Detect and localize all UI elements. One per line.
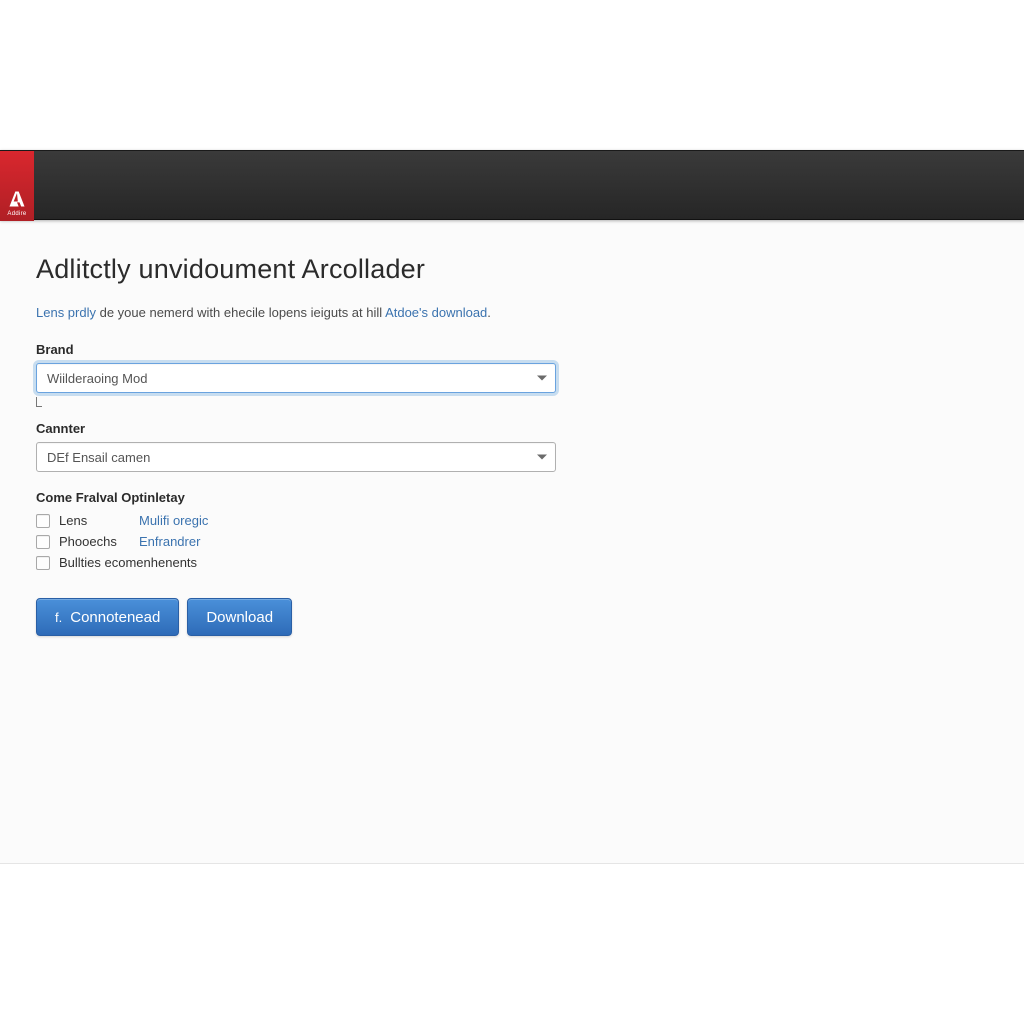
brand-logo-icon bbox=[7, 189, 27, 209]
brand-logo-caption: Addire bbox=[7, 211, 26, 217]
page-title: Adlitctly unvidoument Arcollader bbox=[36, 254, 988, 285]
cannter-select-value: DEf Ensail camen bbox=[47, 450, 150, 465]
subtext-lead-link[interactable]: Lens prdly bbox=[36, 305, 96, 320]
option-checkbox-bullties[interactable] bbox=[36, 556, 50, 570]
brand-select-value: Wiilderaoing Mod bbox=[47, 371, 147, 386]
option-label: Phooechs bbox=[59, 534, 139, 549]
subtext-mid: de youe nemerd with ehecile lopens ieigu… bbox=[96, 305, 385, 320]
brand-field-group: Brand Wiilderaoing Mod bbox=[36, 342, 988, 407]
cannter-field-group: Cannter DEf Ensail camen bbox=[36, 421, 988, 472]
option-link[interactable]: Enfrandrer bbox=[139, 534, 200, 549]
connotenead-button-icon: f. bbox=[55, 611, 62, 624]
brand-label: Brand bbox=[36, 342, 988, 357]
brand-select[interactable]: Wiilderaoing Mod bbox=[36, 363, 556, 393]
option-label: Bullties ecomenhenents bbox=[59, 555, 197, 570]
connotenead-button[interactable]: f. Connotenead bbox=[36, 598, 179, 636]
main-content: Adlitctly unvidoument Arcollader Lens pr… bbox=[0, 222, 1024, 676]
download-button-label: Download bbox=[206, 609, 273, 626]
chevron-down-icon bbox=[537, 376, 547, 381]
options-heading: Come Fralval Optinletay bbox=[36, 490, 988, 505]
app-header: Addire bbox=[0, 150, 1024, 220]
page-subtext: Lens prdly de youe nemerd with ehecile l… bbox=[36, 305, 988, 320]
brand-select-marker bbox=[36, 397, 42, 407]
chevron-down-icon bbox=[537, 455, 547, 460]
option-link[interactable]: Mulifi oregic bbox=[139, 513, 208, 528]
option-checkbox-phooechs[interactable] bbox=[36, 535, 50, 549]
button-row: f. Connotenead Download bbox=[36, 598, 988, 636]
option-label: Lens bbox=[59, 513, 139, 528]
option-checkbox-lens[interactable] bbox=[36, 514, 50, 528]
subtext-download-link[interactable]: Atdoe's download bbox=[385, 305, 487, 320]
subtext-tail: . bbox=[487, 305, 491, 320]
cannter-label: Cannter bbox=[36, 421, 988, 436]
option-row: Phooechs Enfrandrer bbox=[36, 534, 988, 549]
cannter-select[interactable]: DEf Ensail camen bbox=[36, 442, 556, 472]
option-row: Bullties ecomenhenents bbox=[36, 555, 988, 570]
connotenead-button-label: Connotenead bbox=[70, 609, 160, 626]
download-button[interactable]: Download bbox=[187, 598, 292, 636]
option-row: Lens Mulifi oregic bbox=[36, 513, 988, 528]
brand-logo[interactable]: Addire bbox=[0, 151, 34, 221]
